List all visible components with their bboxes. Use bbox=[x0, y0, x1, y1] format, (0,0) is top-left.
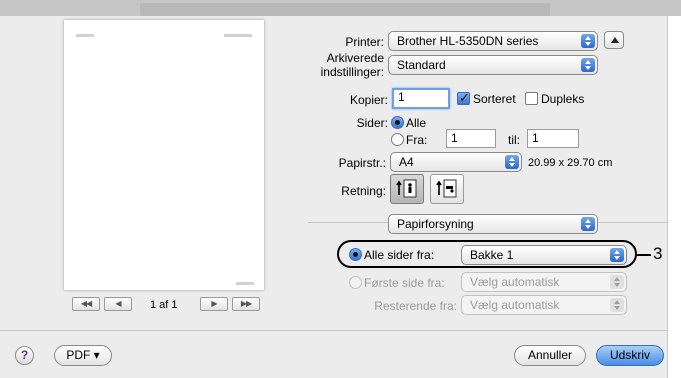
pages-to-label: til: bbox=[508, 133, 520, 147]
presets-popup[interactable]: Standard bbox=[388, 55, 598, 75]
pages-to-input[interactable]: 1 bbox=[527, 129, 579, 148]
pages-from-radio[interactable] bbox=[391, 133, 404, 146]
presets-label-line2: indstillinger: bbox=[320, 65, 384, 79]
portrait-icon bbox=[396, 179, 417, 198]
popup-arrows-icon bbox=[581, 58, 595, 72]
paper-size-value: A4 bbox=[399, 155, 414, 169]
popup-arrows-icon bbox=[581, 217, 595, 231]
help-button[interactable]: ? bbox=[15, 346, 34, 365]
popup-arrows-icon bbox=[610, 298, 624, 312]
paper-size-label: Papirstr.: bbox=[338, 156, 386, 170]
page-preview bbox=[64, 20, 264, 290]
pages-label: Sider: bbox=[356, 116, 388, 130]
presets-value: Standard bbox=[397, 58, 446, 72]
copies-input[interactable]: 1 bbox=[392, 88, 450, 109]
presets-label-line1: Arkiverede bbox=[326, 51, 384, 65]
section-value: Papirforsyning bbox=[397, 217, 474, 231]
pages-from-input[interactable]: 1 bbox=[446, 129, 496, 148]
first-page-tray-popup[interactable]: Vælg automatisk bbox=[461, 272, 627, 292]
callout-number: 3 bbox=[653, 244, 663, 263]
print-button[interactable]: Udskriv bbox=[596, 345, 664, 366]
popup-arrows-icon bbox=[505, 155, 519, 169]
collated-label: Sorteret bbox=[473, 92, 516, 106]
duplex-checkbox[interactable] bbox=[525, 92, 538, 105]
popup-arrows-icon bbox=[581, 34, 595, 48]
page-counter: 1 af 1 bbox=[150, 299, 178, 311]
paper-dimensions: 20.99 x 29.70 cm bbox=[528, 157, 613, 169]
printer-label: Printer: bbox=[345, 35, 384, 49]
all-pages-tray-popup[interactable]: Bakke 1 bbox=[461, 245, 627, 265]
pages-from-label: Fra: bbox=[406, 133, 428, 147]
popup-arrows-icon bbox=[610, 275, 624, 289]
duplex-label: Dupleks bbox=[541, 92, 585, 106]
pages-all-radio[interactable] bbox=[391, 116, 404, 129]
remaining-tray-popup[interactable]: Vælg automatisk bbox=[461, 295, 627, 315]
disclosure-up-icon bbox=[611, 37, 619, 43]
landscape-icon bbox=[436, 179, 457, 198]
last-page-button[interactable]: ▶▶ bbox=[232, 297, 260, 311]
orientation-label: Retning: bbox=[341, 184, 386, 198]
first-page-tray-value: Vælg automatisk bbox=[470, 275, 560, 289]
prev-page-button[interactable]: ◀ bbox=[104, 297, 132, 311]
callout-line bbox=[637, 254, 651, 256]
collated-checkbox[interactable] bbox=[457, 90, 470, 106]
printer-value: Brother HL-5350DN series bbox=[397, 34, 539, 48]
pages-all-label: Alle bbox=[406, 116, 427, 130]
paper-size-popup[interactable]: A4 bbox=[390, 152, 522, 172]
all-pages-label: Alle sider fra: bbox=[364, 248, 435, 262]
first-page-button[interactable]: ◀◀ bbox=[72, 297, 100, 311]
popup-arrows-icon bbox=[610, 248, 624, 262]
first-page-label: Første side fra: bbox=[364, 276, 445, 290]
pdf-menu-button[interactable]: PDF ▾ bbox=[54, 345, 112, 366]
cancel-button[interactable]: Annuller bbox=[514, 345, 586, 366]
landscape-orientation-button[interactable] bbox=[430, 174, 464, 204]
remaining-tray-value: Vælg automatisk bbox=[470, 298, 560, 312]
all-pages-radio[interactable] bbox=[349, 248, 362, 261]
first-page-radio[interactable] bbox=[349, 276, 362, 289]
window-top-bar bbox=[0, 0, 681, 16]
remaining-pages-label: Resterende fra: bbox=[374, 299, 457, 313]
copies-label: Kopier: bbox=[349, 93, 388, 107]
expand-dialog-button[interactable] bbox=[604, 31, 624, 49]
portrait-orientation-button[interactable] bbox=[390, 174, 424, 204]
next-page-button[interactable]: ▶ bbox=[200, 297, 228, 311]
section-popup[interactable]: Papirforsyning bbox=[388, 214, 598, 234]
printer-popup[interactable]: Brother HL-5350DN series bbox=[388, 31, 598, 51]
all-pages-tray-value: Bakke 1 bbox=[470, 248, 514, 262]
